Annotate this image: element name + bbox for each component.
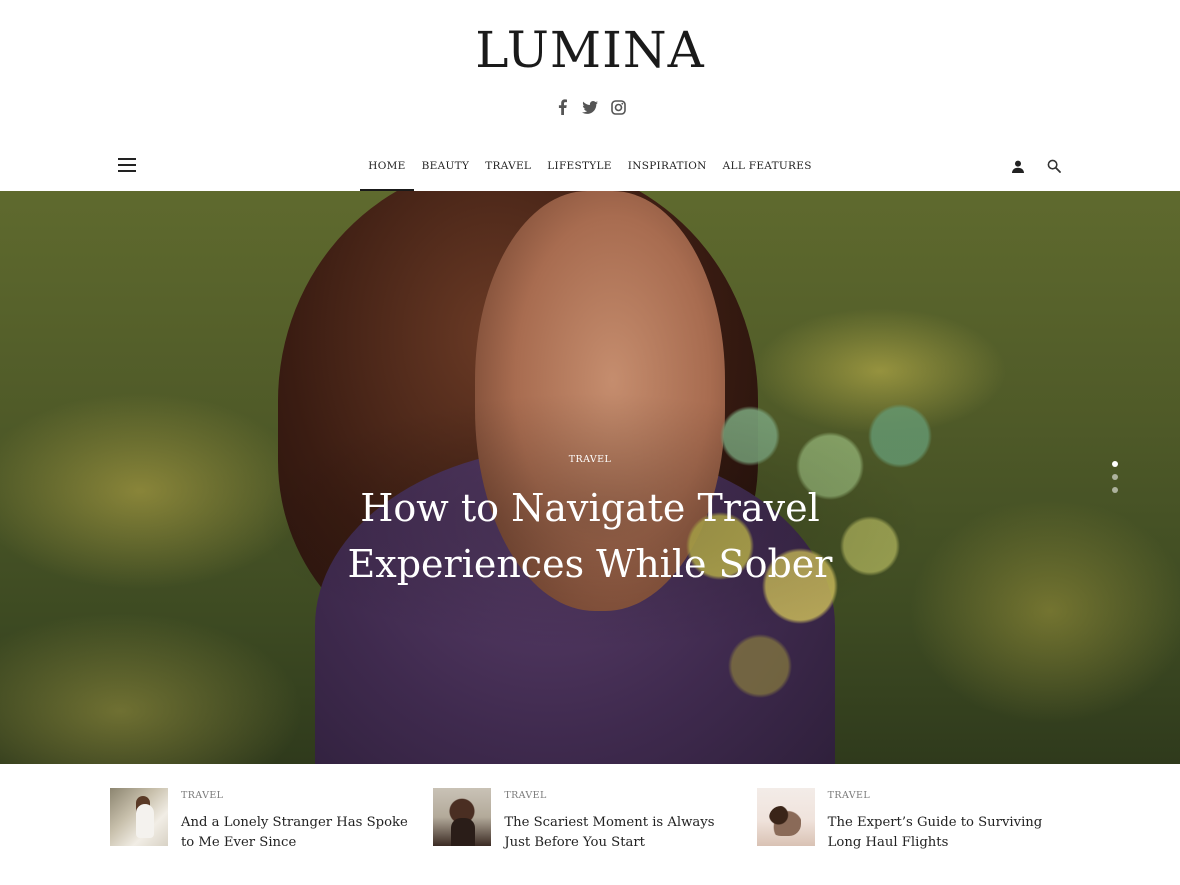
article-text: TRAVEL The Scariest Moment is Always Jus…: [504, 788, 734, 853]
nav-item-home[interactable]: HOME: [360, 142, 415, 191]
slider-dot-2[interactable]: [1112, 474, 1118, 480]
nav-item-beauty[interactable]: BEAUTY: [414, 142, 478, 191]
nav-item-lifestyle[interactable]: LIFESTYLE: [539, 142, 620, 191]
article-title[interactable]: And a Lonely Stranger Has Spoke to Me Ev…: [181, 813, 411, 853]
hero-title[interactable]: How to Navigate Travel Experiences While…: [330, 480, 850, 592]
slider-dots: [1112, 461, 1118, 493]
article-category[interactable]: TRAVEL: [828, 790, 1058, 801]
site-logo[interactable]: LUMINA: [0, 22, 1180, 78]
article-thumbnail[interactable]: [110, 788, 168, 846]
article-card[interactable]: TRAVEL The Scariest Moment is Always Jus…: [433, 788, 756, 853]
menu-bar: HOME BEAUTY TRAVEL LIFESTYLE INSPIRATION…: [0, 142, 1180, 191]
search-icon[interactable]: [1046, 156, 1062, 176]
article-card[interactable]: TRAVEL The Expert’s Guide to Surviving L…: [756, 788, 1080, 853]
main-navigation: HOME BEAUTY TRAVEL LIFESTYLE INSPIRATION…: [0, 142, 1180, 191]
article-card[interactable]: TRAVEL And a Lonely Stranger Has Spoke t…: [110, 788, 433, 853]
article-thumbnail[interactable]: [433, 788, 492, 846]
hero-category[interactable]: TRAVEL: [569, 454, 611, 465]
nav-item-all-features[interactable]: ALL FEATURES: [715, 142, 820, 191]
hero-slider[interactable]: TRAVEL How to Navigate Travel Experience…: [0, 191, 1180, 764]
featured-articles: TRAVEL And a Lonely Stranger Has Spoke t…: [110, 788, 1080, 853]
article-category[interactable]: TRAVEL: [504, 790, 734, 801]
article-thumbnail[interactable]: [756, 788, 815, 846]
slider-dot-1[interactable]: [1112, 461, 1118, 467]
article-title[interactable]: The Scariest Moment is Always Just Befor…: [504, 813, 734, 853]
article-category[interactable]: TRAVEL: [181, 790, 411, 801]
nav-item-inspiration[interactable]: INSPIRATION: [620, 142, 715, 191]
nav-actions: [1010, 156, 1062, 176]
article-title[interactable]: The Expert’s Guide to Surviving Long Hau…: [828, 813, 1058, 853]
slider-dot-3[interactable]: [1112, 487, 1118, 493]
nav-item-travel[interactable]: TRAVEL: [477, 142, 539, 191]
twitter-icon[interactable]: [580, 96, 600, 118]
social-links: [0, 96, 1180, 118]
article-text: TRAVEL And a Lonely Stranger Has Spoke t…: [181, 788, 411, 853]
instagram-icon[interactable]: [608, 96, 628, 118]
article-text: TRAVEL The Expert’s Guide to Surviving L…: [828, 788, 1058, 853]
hero-caption: TRAVEL How to Navigate Travel Experience…: [0, 447, 1180, 592]
user-icon[interactable]: [1010, 156, 1026, 176]
facebook-icon[interactable]: [552, 96, 572, 118]
